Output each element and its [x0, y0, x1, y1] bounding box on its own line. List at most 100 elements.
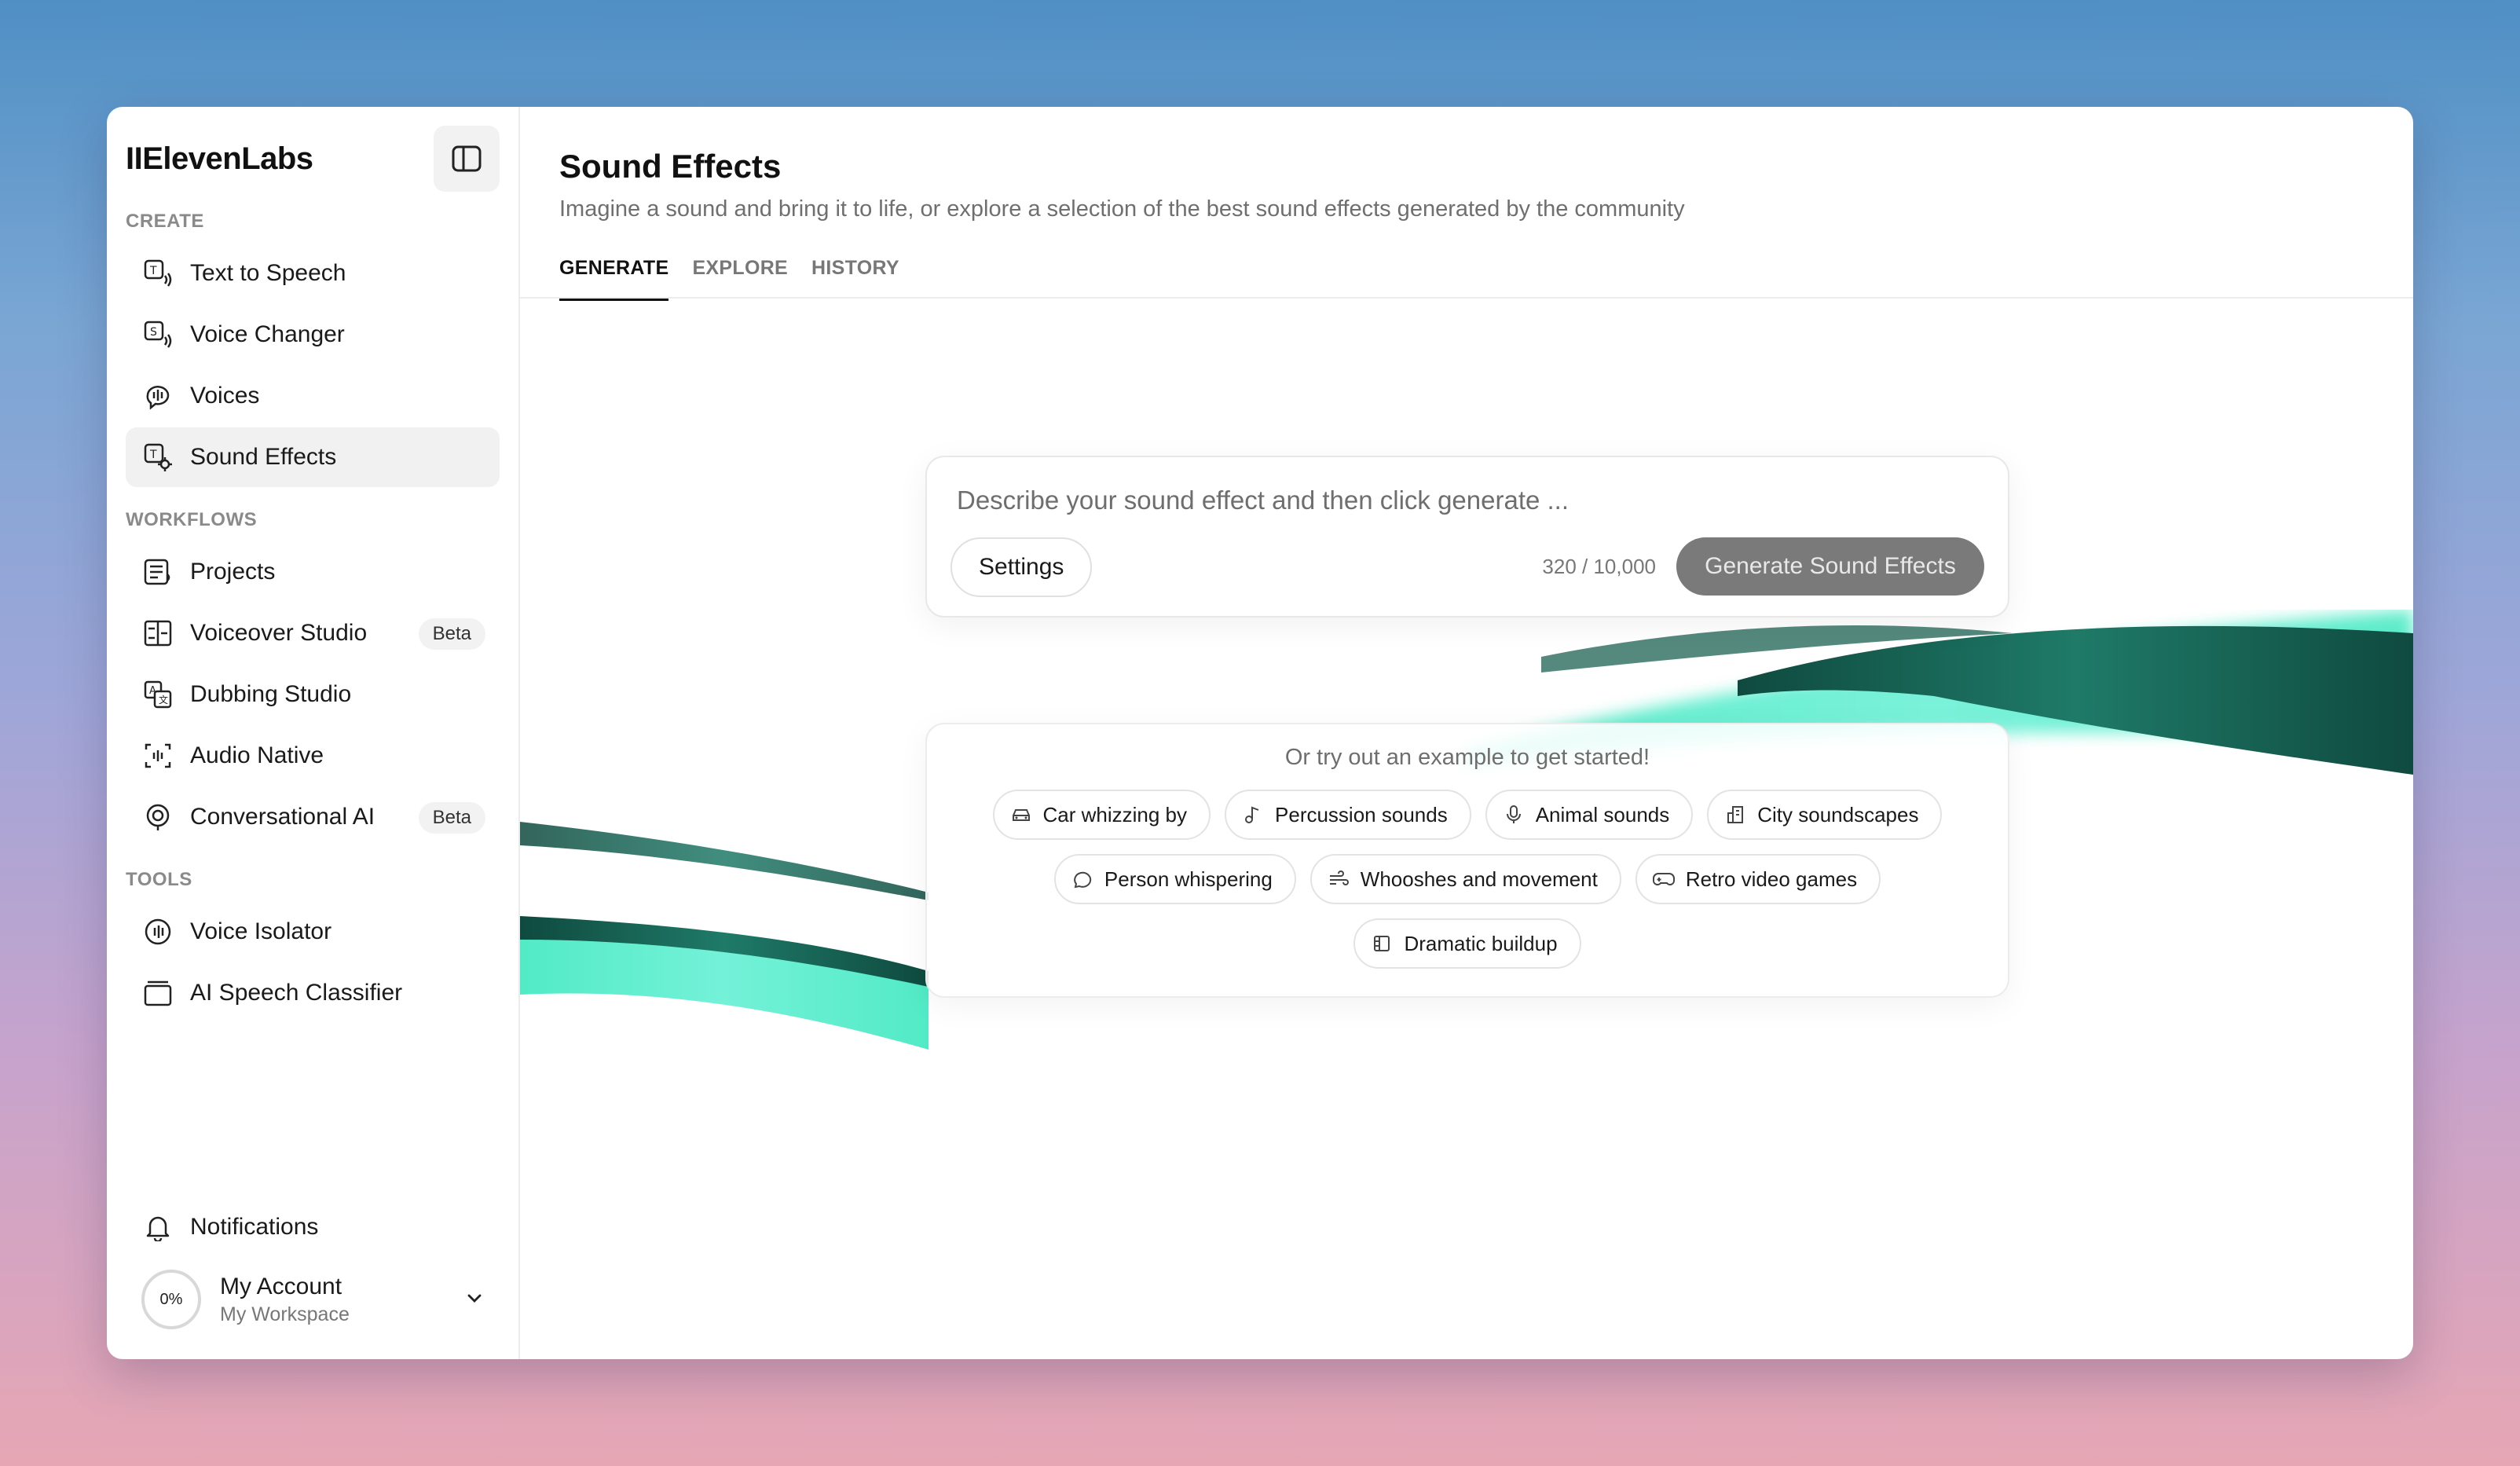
prompt-card: Settings 320 / 10,000 Generate Sound Eff…	[925, 456, 2009, 618]
sidebar-item-label: Conversational AI	[190, 804, 375, 830]
tab-explore[interactable]: EXPLORE	[692, 254, 788, 301]
car-icon	[1010, 804, 1032, 826]
text-to-speech-icon: T	[141, 257, 174, 290]
sidebar-item-dubbing-studio[interactable]: A文 Dubbing Studio	[126, 665, 500, 724]
chip-label: Animal sounds	[1535, 802, 1670, 826]
chip-label: City soundscapes	[1757, 802, 1919, 826]
sound-effect-prompt-input[interactable]	[957, 481, 1978, 520]
account-name: My Account	[220, 1273, 342, 1299]
notifications-label: Notifications	[190, 1214, 319, 1240]
page-title: Sound Effects	[559, 148, 782, 185]
wind-icon	[1328, 868, 1350, 890]
sidebar: IIElevenLabs CREATE T Text to Speech S V…	[107, 107, 520, 1359]
conversational-ai-icon	[141, 801, 174, 834]
example-chip-person-whispering[interactable]: Person whispering	[1053, 854, 1296, 904]
beta-badge: Beta	[418, 802, 485, 834]
sidebar-item-label: AI Speech Classifier	[190, 980, 403, 1006]
chip-label: Retro video games	[1685, 867, 1858, 891]
chat-bubble-icon	[1071, 868, 1093, 890]
microphone-icon	[1503, 804, 1525, 826]
ai-speech-classifier-icon	[141, 977, 174, 1010]
sidebar-item-notifications[interactable]: Notifications	[126, 1197, 500, 1257]
example-chip-percussion[interactable]: Percussion sounds	[1225, 790, 1471, 840]
svg-text:S: S	[150, 326, 157, 339]
svg-text:T: T	[149, 449, 157, 461]
building-icon	[1724, 804, 1746, 826]
beta-badge: Beta	[418, 618, 485, 650]
sidebar-item-label: Projects	[190, 559, 276, 585]
tab-generate[interactable]: GENERATE	[559, 254, 669, 301]
bell-icon	[141, 1211, 174, 1244]
example-chip-retro-games[interactable]: Retro video games	[1635, 854, 1881, 904]
chevron-down-icon	[465, 1288, 484, 1311]
chip-label: Car whizzing by	[1042, 802, 1188, 826]
sidebar-item-sound-effects[interactable]: T Sound Effects	[126, 427, 500, 487]
main-content: Sound Effects Imagine a sound and bring …	[520, 107, 2413, 1359]
example-chips: Car whizzing by Percussion sounds Animal…	[927, 790, 2008, 969]
app-window: IIElevenLabs CREATE T Text to Speech S V…	[107, 107, 2413, 1359]
sidebar-item-label: Dubbing Studio	[190, 681, 352, 707]
dubbing-studio-icon: A文	[141, 678, 174, 711]
tabs-divider	[520, 297, 2413, 299]
chip-label: Percussion sounds	[1275, 802, 1448, 826]
examples-card: Or try out an example to get started! Ca…	[925, 723, 2009, 998]
sidebar-item-conversational-ai[interactable]: Conversational AI Beta	[126, 787, 500, 847]
brand-logo[interactable]: IIElevenLabs	[126, 141, 313, 177]
sidebar-item-label: Audio Native	[190, 742, 324, 768]
projects-icon	[141, 555, 174, 588]
usage-progress-avatar: 0%	[141, 1270, 201, 1329]
example-chip-dramatic-buildup[interactable]: Dramatic buildup	[1353, 918, 1581, 969]
example-chip-whooshes[interactable]: Whooshes and movement	[1309, 854, 1621, 904]
chip-row: Car whizzing by Percussion sounds Animal…	[992, 790, 1943, 840]
sidebar-item-label: Voice Changer	[190, 321, 345, 347]
gamepad-icon	[1652, 868, 1675, 890]
sidebar-item-voice-isolator[interactable]: Voice Isolator	[126, 902, 500, 962]
sidebar-item-voiceover-studio[interactable]: Voiceover Studio Beta	[126, 603, 500, 663]
sidebar-item-label: Sound Effects	[190, 444, 337, 470]
svg-text:T: T	[149, 265, 157, 277]
account-text: My Account My Workspace	[220, 1274, 465, 1326]
workspace-name: My Workspace	[220, 1303, 350, 1325]
voices-icon	[141, 379, 174, 412]
sidebar-item-label: Voiceover Studio	[190, 620, 368, 646]
film-icon	[1371, 933, 1393, 955]
voice-changer-icon: S	[141, 318, 174, 351]
settings-button[interactable]: Settings	[950, 537, 1093, 597]
sound-effects-icon: T	[141, 441, 174, 474]
page-subtitle: Imagine a sound and bring it to life, or…	[559, 196, 1685, 222]
collapse-sidebar-button[interactable]	[434, 126, 500, 192]
voiceover-studio-icon	[141, 617, 174, 650]
section-tools-label: TOOLS	[126, 869, 192, 890]
sidebar-item-ai-speech-classifier[interactable]: AI Speech Classifier	[126, 963, 500, 1023]
music-note-icon	[1242, 804, 1264, 826]
sidebar-item-label: Voices	[190, 383, 260, 409]
chip-label: Whooshes and movement	[1360, 867, 1598, 891]
page-header: Sound Effects Imagine a sound and bring …	[520, 107, 2413, 301]
examples-title: Or try out an example to get started!	[1284, 745, 1650, 770]
sidebar-item-audio-native[interactable]: Audio Native	[126, 726, 500, 786]
example-chip-car-whizzing[interactable]: Car whizzing by	[992, 790, 1211, 840]
account-switcher[interactable]: 0% My Account My Workspace	[126, 1259, 500, 1340]
audio-native-icon	[141, 739, 174, 772]
sidebar-item-text-to-speech[interactable]: T Text to Speech	[126, 244, 500, 303]
chip-label: Person whispering	[1104, 867, 1273, 891]
example-chip-city-soundscapes[interactable]: City soundscapes	[1707, 790, 1943, 840]
example-chip-animal-sounds[interactable]: Animal sounds	[1485, 790, 1694, 840]
chip-row: Person whispering Whooshes and movement …	[1053, 854, 1881, 904]
section-workflows-label: WORKFLOWS	[126, 509, 258, 530]
section-create-label: CREATE	[126, 211, 204, 232]
generate-sound-effects-button[interactable]: Generate Sound Effects	[1676, 537, 1984, 596]
sidebar-item-label: Text to Speech	[190, 260, 346, 286]
svg-text:文: 文	[159, 694, 168, 706]
brand-row: IIElevenLabs	[126, 126, 500, 192]
sidebar-item-projects[interactable]: Projects	[126, 542, 500, 602]
chip-label: Dramatic buildup	[1404, 931, 1558, 955]
chip-row: Dramatic buildup	[1353, 918, 1581, 969]
character-count: 320 / 10,000	[1542, 555, 1656, 578]
tab-history[interactable]: HISTORY	[811, 254, 899, 301]
tab-bar: GENERATE EXPLORE HISTORY	[559, 254, 2374, 301]
sidebar-item-label: Voice Isolator	[190, 918, 332, 944]
sidebar-item-voices[interactable]: Voices	[126, 366, 500, 426]
voice-isolator-icon	[141, 915, 174, 948]
sidebar-item-voice-changer[interactable]: S Voice Changer	[126, 305, 500, 365]
